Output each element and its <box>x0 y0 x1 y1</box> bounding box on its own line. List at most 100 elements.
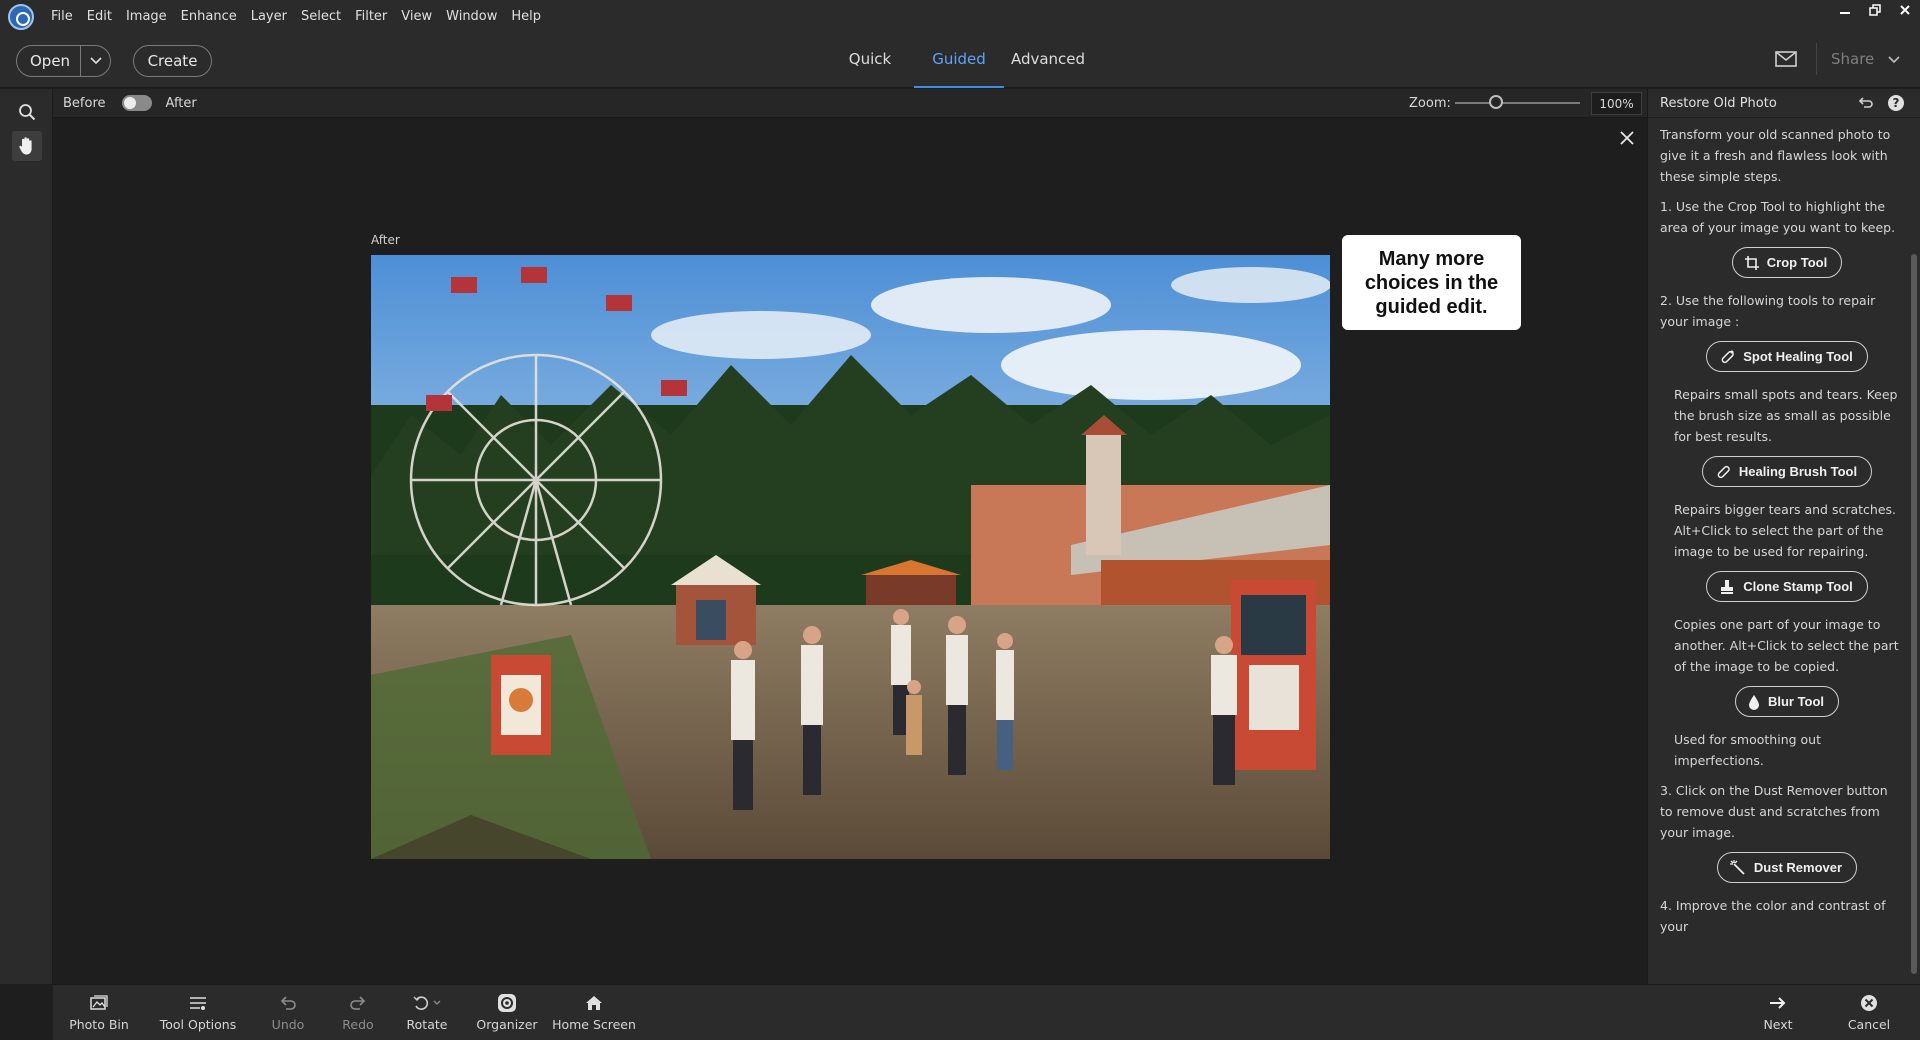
menu-bar: File Edit Image Enhance Layer Select Fil… <box>0 0 1920 33</box>
open-button-label[interactable]: Open <box>17 46 81 76</box>
close-icon[interactable] <box>1617 128 1637 148</box>
zoom-value-field[interactable]: 100% <box>1591 92 1642 115</box>
blur-tool-label: Blur Tool <box>1767 694 1825 709</box>
zoom-label: Zoom: <box>1409 96 1451 111</box>
help-icon[interactable]: ? <box>1888 95 1904 111</box>
photo-bin-button[interactable]: Photo Bin <box>61 985 137 1040</box>
share-button[interactable]: Share <box>1816 43 1916 75</box>
redo-label: Redo <box>342 1017 374 1032</box>
menu-layer[interactable]: Layer <box>244 0 294 33</box>
photo-bin-label: Photo Bin <box>69 1017 129 1032</box>
window-controls <box>1830 0 1920 20</box>
minimize-icon[interactable] <box>1830 0 1860 20</box>
restore-icon[interactable] <box>1860 0 1890 20</box>
step2-text: 2. Use the following tools to repair you… <box>1660 293 1876 329</box>
spot-healing-tool-label: Spot Healing Tool <box>1743 349 1853 364</box>
tool-options-icon <box>189 989 207 1017</box>
tab-quick[interactable]: Quick <box>840 33 900 88</box>
zoom-tool-icon[interactable] <box>12 97 42 127</box>
tool-options-button[interactable]: Tool Options <box>153 985 243 1040</box>
zoom-slider-track[interactable] <box>1455 102 1580 104</box>
spot-healing-tool-button[interactable]: Spot Healing Tool <box>1706 341 1868 372</box>
crop-icon <box>1744 255 1759 270</box>
home-icon <box>585 989 603 1017</box>
redo-button[interactable]: Redo <box>328 985 388 1040</box>
step4-text: 4. Improve the color and contrast of you… <box>1660 898 1886 934</box>
menu-help[interactable]: Help <box>504 0 548 33</box>
step3-text: 3. Click on the Dust Remover button to r… <box>1660 783 1888 840</box>
menu-edit[interactable]: Edit <box>80 0 119 33</box>
after-label: After <box>165 95 197 111</box>
mail-icon[interactable] <box>1775 51 1797 67</box>
image-after-label: After <box>371 233 400 247</box>
clone-stamp-tool-label: Clone Stamp Tool <box>1743 579 1853 594</box>
dust-remover-label: Dust Remover <box>1753 860 1843 875</box>
dust-remover-button[interactable]: Dust Remover <box>1716 852 1858 883</box>
hand-tool-icon[interactable] <box>12 131 42 161</box>
intro-text: Transform your old scanned photo to give… <box>1660 127 1891 184</box>
organizer-button[interactable]: Organizer <box>474 985 540 1040</box>
healing-brush-tool-label: Healing Brush Tool <box>1738 464 1858 479</box>
panel-scrollbar[interactable] <box>1911 254 1917 974</box>
share-chevron-down-icon <box>1888 50 1900 68</box>
photo-image <box>371 255 1330 859</box>
healing-brush-description: Repairs bigger tears and scratches. Alt+… <box>1674 502 1897 559</box>
home-screen-button[interactable]: Home Screen <box>549 985 639 1040</box>
clone-stamp-icon <box>1721 579 1734 594</box>
step1-text: 1. Use the Crop Tool to highlight the ar… <box>1660 199 1896 235</box>
tab-advanced[interactable]: Advanced <box>1006 33 1090 88</box>
panel-header: Restore Old Photo <box>1648 89 1920 118</box>
redo-icon <box>349 989 367 1017</box>
menu-window[interactable]: Window <box>439 0 504 33</box>
reset-icon[interactable] <box>1858 95 1874 111</box>
canvas-area: After Many more choices in the guided ed… <box>53 118 1647 984</box>
panel-title: Restore Old Photo <box>1660 95 1777 111</box>
guided-panel: Restore Old Photo ? Transform your old s… <box>1647 89 1920 984</box>
menu-filter[interactable]: Filter <box>348 0 394 33</box>
tool-options-label: Tool Options <box>159 1017 237 1032</box>
menu-enhance[interactable]: Enhance <box>174 0 244 33</box>
crop-tool-label: Crop Tool <box>1766 255 1828 270</box>
home-screen-label: Home Screen <box>552 1017 636 1032</box>
before-label: Before <box>63 95 106 111</box>
view-bar: Before After Zoom: 100% <box>53 89 1647 118</box>
blur-description: Used for smoothing out imperfections. <box>1674 732 1822 768</box>
photo-bin-icon <box>90 989 108 1017</box>
zoom-slider-handle[interactable] <box>1489 95 1504 109</box>
menu-file[interactable]: File <box>44 0 80 33</box>
healing-brush-icon <box>1717 465 1730 478</box>
cancel-button[interactable]: Cancel <box>1839 985 1899 1040</box>
bottom-bar: Photo Bin Tool Options Undo Redo Rotate … <box>53 984 1920 1040</box>
undo-button[interactable]: Undo <box>258 985 318 1040</box>
app-logo-icon[interactable] <box>8 3 34 30</box>
callout-note: Many more choices in the guided edit. <box>1342 235 1521 330</box>
crop-tool-button[interactable]: Crop Tool <box>1731 247 1843 278</box>
cancel-label: Cancel <box>1847 1017 1891 1032</box>
next-label: Next <box>1763 1017 1793 1032</box>
spot-healing-icon <box>1721 350 1735 363</box>
rotate-button[interactable]: Rotate <box>397 985 457 1040</box>
organizer-label: Organizer <box>476 1017 538 1032</box>
arrow-right-icon <box>1769 989 1787 1017</box>
open-button[interactable]: Open <box>16 45 111 77</box>
healing-brush-tool-button[interactable]: Healing Brush Tool <box>1701 456 1873 487</box>
menu-select[interactable]: Select <box>294 0 348 33</box>
clone-stamp-description: Copies one part of your image to another… <box>1674 617 1899 674</box>
top-toolbar: Open Create Quick Guided Advanced Share <box>0 33 1920 88</box>
dust-remover-icon <box>1729 859 1745 875</box>
share-label: Share <box>1831 50 1875 68</box>
undo-label: Undo <box>271 1017 305 1032</box>
next-button[interactable]: Next <box>1753 985 1803 1040</box>
create-button[interactable]: Create <box>133 45 212 77</box>
open-dropdown-chevron-icon[interactable] <box>81 57 110 65</box>
blur-tool-button[interactable]: Blur Tool <box>1734 686 1840 717</box>
rotate-icon <box>412 989 442 1017</box>
spot-healing-description: Repairs small spots and tears. Keep the … <box>1674 387 1898 444</box>
close-window-icon[interactable] <box>1890 0 1920 20</box>
before-after-toggle[interactable] <box>121 95 152 111</box>
menu-image[interactable]: Image <box>119 0 174 33</box>
organizer-icon <box>497 989 517 1017</box>
clone-stamp-tool-button[interactable]: Clone Stamp Tool <box>1706 571 1868 602</box>
menu-view[interactable]: View <box>394 0 439 33</box>
tab-guided[interactable]: Guided <box>914 33 1004 88</box>
